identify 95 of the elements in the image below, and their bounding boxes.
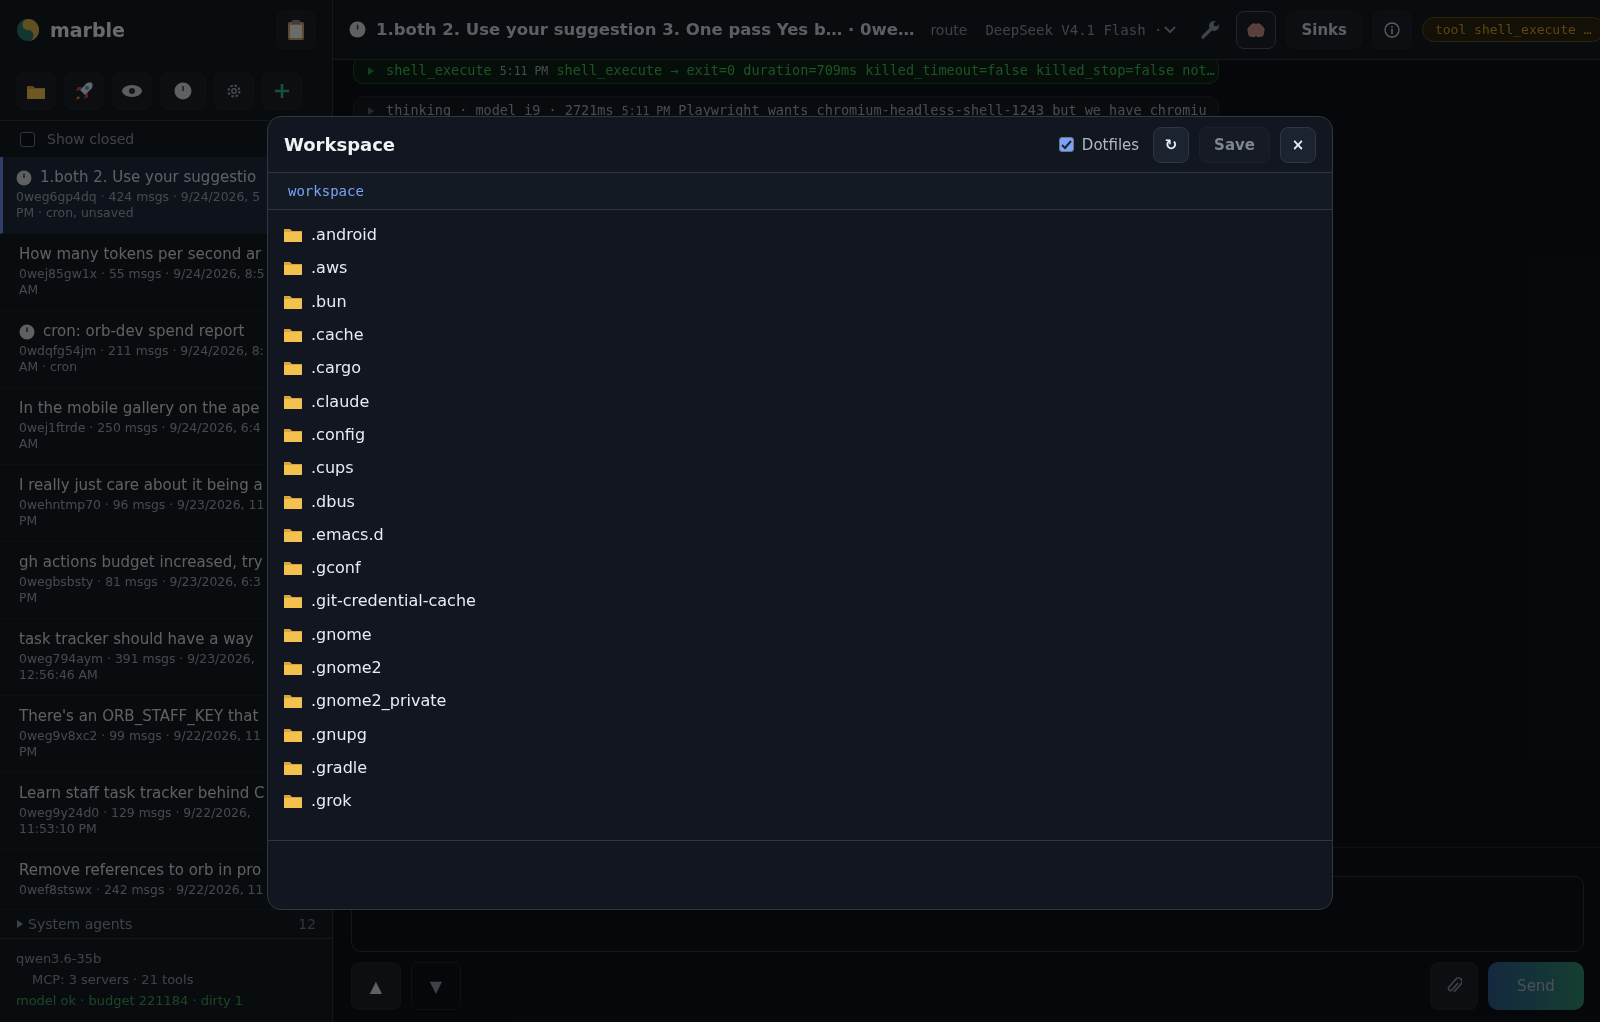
clipboard-icon xyxy=(288,20,304,40)
session-meta: PM xyxy=(19,743,38,760)
brain-button[interactable] xyxy=(1236,10,1277,49)
plus-icon xyxy=(273,82,291,100)
folder-icon xyxy=(284,327,302,343)
chevron-down-icon xyxy=(1164,25,1177,34)
clock-icon xyxy=(19,323,35,340)
session-title: Remove references to orb in pro xyxy=(19,860,262,881)
wrench-icon xyxy=(1200,19,1221,40)
folder-icon xyxy=(284,360,302,376)
session-meta: 0weg794aym · 391 msgs · 9/23/2026, xyxy=(19,650,255,667)
session-title: In the mobile gallery on the ape xyxy=(19,398,260,419)
mcp-status: MCP: 3 servers · 21 tools xyxy=(31,972,195,987)
close-button[interactable]: × xyxy=(1280,126,1316,163)
clock-icon xyxy=(349,21,366,38)
session-meta: 0wehntmp70 · 96 msgs · 9/23/2026, 11 xyxy=(19,496,265,513)
log-entry-time: 5:11 PM xyxy=(499,64,549,78)
session-meta: 0weg9v8xc2 · 99 msgs · 9/22/2026, 11 xyxy=(19,727,261,744)
toolbar-button[interactable] xyxy=(16,72,56,110)
folder-icon xyxy=(284,626,302,642)
check-icon xyxy=(1060,139,1072,150)
folder-icon xyxy=(284,293,302,309)
folder-icon xyxy=(284,260,302,276)
session-meta: 0wej85gw1x · 55 msgs · 9/24/2026, 8:5 xyxy=(19,265,265,282)
eye-icon xyxy=(121,84,143,98)
paperclip-icon xyxy=(1446,977,1462,995)
dialog-title: Workspace xyxy=(284,134,397,155)
log-entry-time: 5:11 PM xyxy=(621,104,671,118)
model-name: qwen3.6-35b xyxy=(16,951,103,966)
log-entry-name: shell_execute xyxy=(386,62,492,78)
conversation-title: 1.both 2. Use your suggestion 3. One pass Yes b… · 0we… xyxy=(376,20,915,39)
session-meta: AM xyxy=(19,435,39,452)
folder-icon xyxy=(284,693,302,709)
session-title: Learn staff task tracker behind C xyxy=(19,783,265,804)
folder-icon xyxy=(284,726,302,742)
log-entry-name: thinking · model i9 · 2721ms xyxy=(386,102,614,118)
folder-icon xyxy=(284,560,302,576)
folder-icon xyxy=(284,393,302,409)
folder-icon xyxy=(27,83,45,99)
session-title: gh actions budget increased, try xyxy=(19,552,263,573)
info-icon xyxy=(1383,21,1400,38)
folder-icon xyxy=(284,493,302,509)
dotfiles-label: Dotfiles xyxy=(1081,135,1140,154)
toolbar-button[interactable] xyxy=(112,72,152,110)
folder-icon xyxy=(284,526,302,542)
log-entry-text: shell_execute → exit=0 duration=709ms killed_timeout=false killed_stop=false not… xyxy=(556,62,1215,78)
session-title: cron: orb-dev spend report xyxy=(43,321,245,342)
session-meta: PM xyxy=(19,512,38,529)
logo-icon xyxy=(16,18,40,42)
session-meta: AM · cron xyxy=(19,358,78,375)
show-closed-checkbox[interactable] xyxy=(20,131,35,147)
session-meta: 0wegbsbsty · 81 msgs · 9/23/2026, 6:3 xyxy=(19,573,261,590)
session-meta: 0weg9y24d0 · 129 msgs · 9/22/2026, xyxy=(19,804,251,821)
brain-icon xyxy=(1246,21,1267,38)
session-meta: 0wdqfg54jm · 211 msgs · 9/24/2026, 8: xyxy=(19,342,264,359)
folder-icon xyxy=(284,660,302,675)
attach-button[interactable] xyxy=(1430,962,1478,1010)
rocket-icon xyxy=(73,80,95,102)
health-status: model ok · budget 221184 · dirty 1 xyxy=(16,993,245,1008)
clipboard-button[interactable] xyxy=(276,11,316,49)
folder-icon xyxy=(284,793,302,809)
route-label: route xyxy=(930,21,968,38)
session-title: task tracker should have a way xyxy=(19,629,254,650)
toolbar-button[interactable] xyxy=(214,72,254,110)
folder-icon xyxy=(284,227,302,243)
clock-icon xyxy=(16,169,32,186)
session-title: How many tokens per second ar xyxy=(19,244,262,265)
session-title: There's an ORB_STAFF_KEY that xyxy=(19,706,259,727)
app-name: marble xyxy=(50,19,126,41)
session-meta: PM xyxy=(19,589,38,606)
show-closed-label: Show closed xyxy=(47,131,135,147)
info-button[interactable] xyxy=(1371,10,1412,49)
session-meta: 12:56:46 AM xyxy=(19,666,98,683)
dotfiles-checkbox[interactable] xyxy=(1058,137,1074,152)
folder-icon xyxy=(284,460,302,476)
session-title: 1.both 2. Use your suggestio xyxy=(40,167,257,188)
toolbar-button[interactable] xyxy=(64,72,104,110)
refresh-button[interactable]: ↻ xyxy=(1153,126,1190,163)
toolbar-button[interactable] xyxy=(262,72,302,110)
log-entry-text: Playwright wants chromium-headless-shell-1243 but we have chromiu xyxy=(678,102,1207,118)
folder-icon xyxy=(284,593,302,609)
session-title: I really just care about it being a xyxy=(19,475,263,496)
tool-status-pill: tool shell_execute … xyxy=(1421,17,1600,42)
folder-icon xyxy=(284,426,302,442)
caret-right-icon xyxy=(368,107,374,115)
session-meta: 11:53:10 PM xyxy=(19,820,97,837)
session-meta: AM xyxy=(19,281,39,298)
settings-icon xyxy=(226,83,242,99)
clock-icon xyxy=(174,82,192,100)
session-meta: 0wej1ftrde · 250 msgs · 9/24/2026, 6:4 xyxy=(19,419,261,436)
toolbar-button[interactable] xyxy=(160,72,206,110)
folder-icon xyxy=(284,759,302,775)
caret-right-icon xyxy=(368,67,374,75)
system-agents-label: System agents xyxy=(28,916,133,932)
session-meta: 0wef8stswx · 242 msgs · 9/22/2026, 11 xyxy=(19,881,264,898)
